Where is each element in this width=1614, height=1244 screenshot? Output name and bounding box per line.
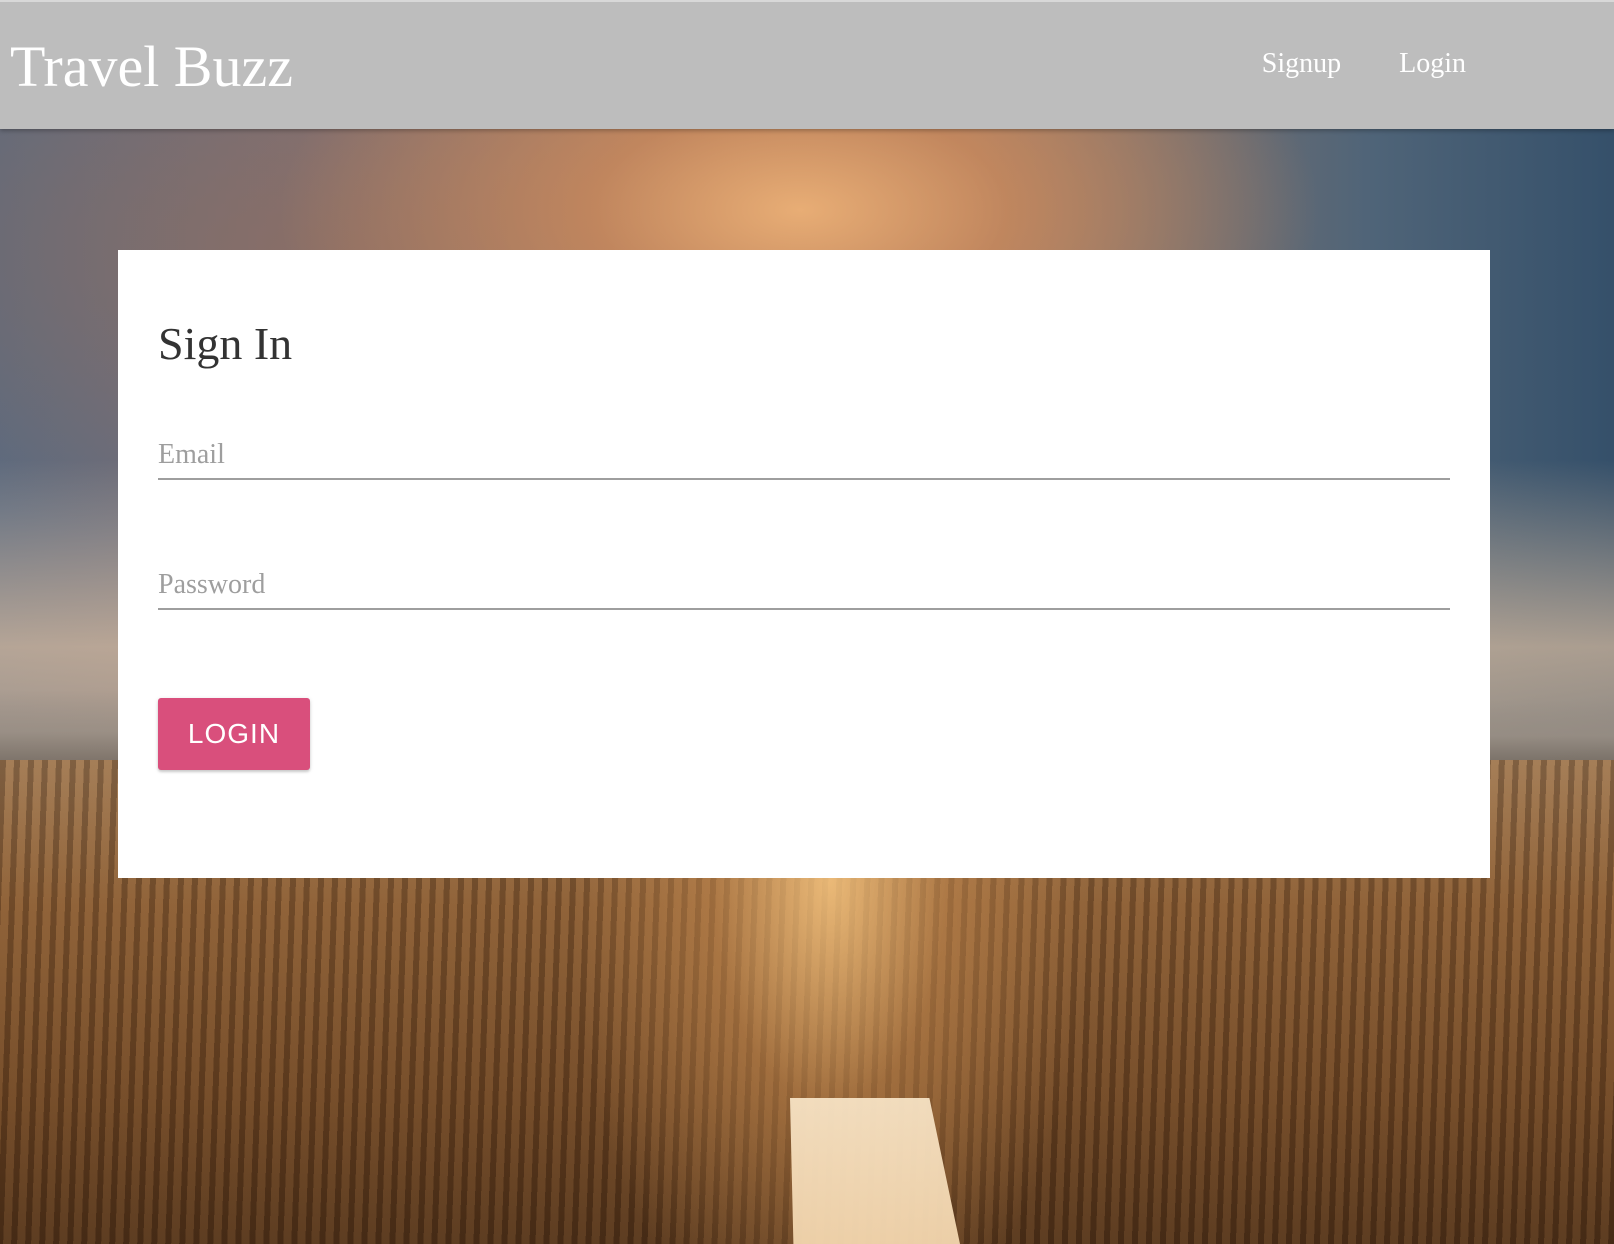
skyline-left xyxy=(0,690,118,760)
signin-card: Sign In LOGIN xyxy=(118,250,1490,878)
nav-link-login[interactable]: Login xyxy=(1399,46,1466,82)
page: Travel Buzz Signup Login Sign In LOGIN xyxy=(0,0,1614,1244)
password-field[interactable] xyxy=(158,562,1450,610)
email-field[interactable] xyxy=(158,432,1450,480)
signin-title: Sign In xyxy=(158,318,293,369)
brand-logo-link[interactable]: Travel Buzz xyxy=(10,32,293,102)
nav-links: Signup Login xyxy=(1262,46,1466,82)
nav-link-signup[interactable]: Signup xyxy=(1262,46,1341,82)
navbar: Travel Buzz Signup Login xyxy=(0,0,1614,129)
skyline-right xyxy=(1490,700,1614,760)
login-button[interactable]: LOGIN xyxy=(158,698,310,770)
